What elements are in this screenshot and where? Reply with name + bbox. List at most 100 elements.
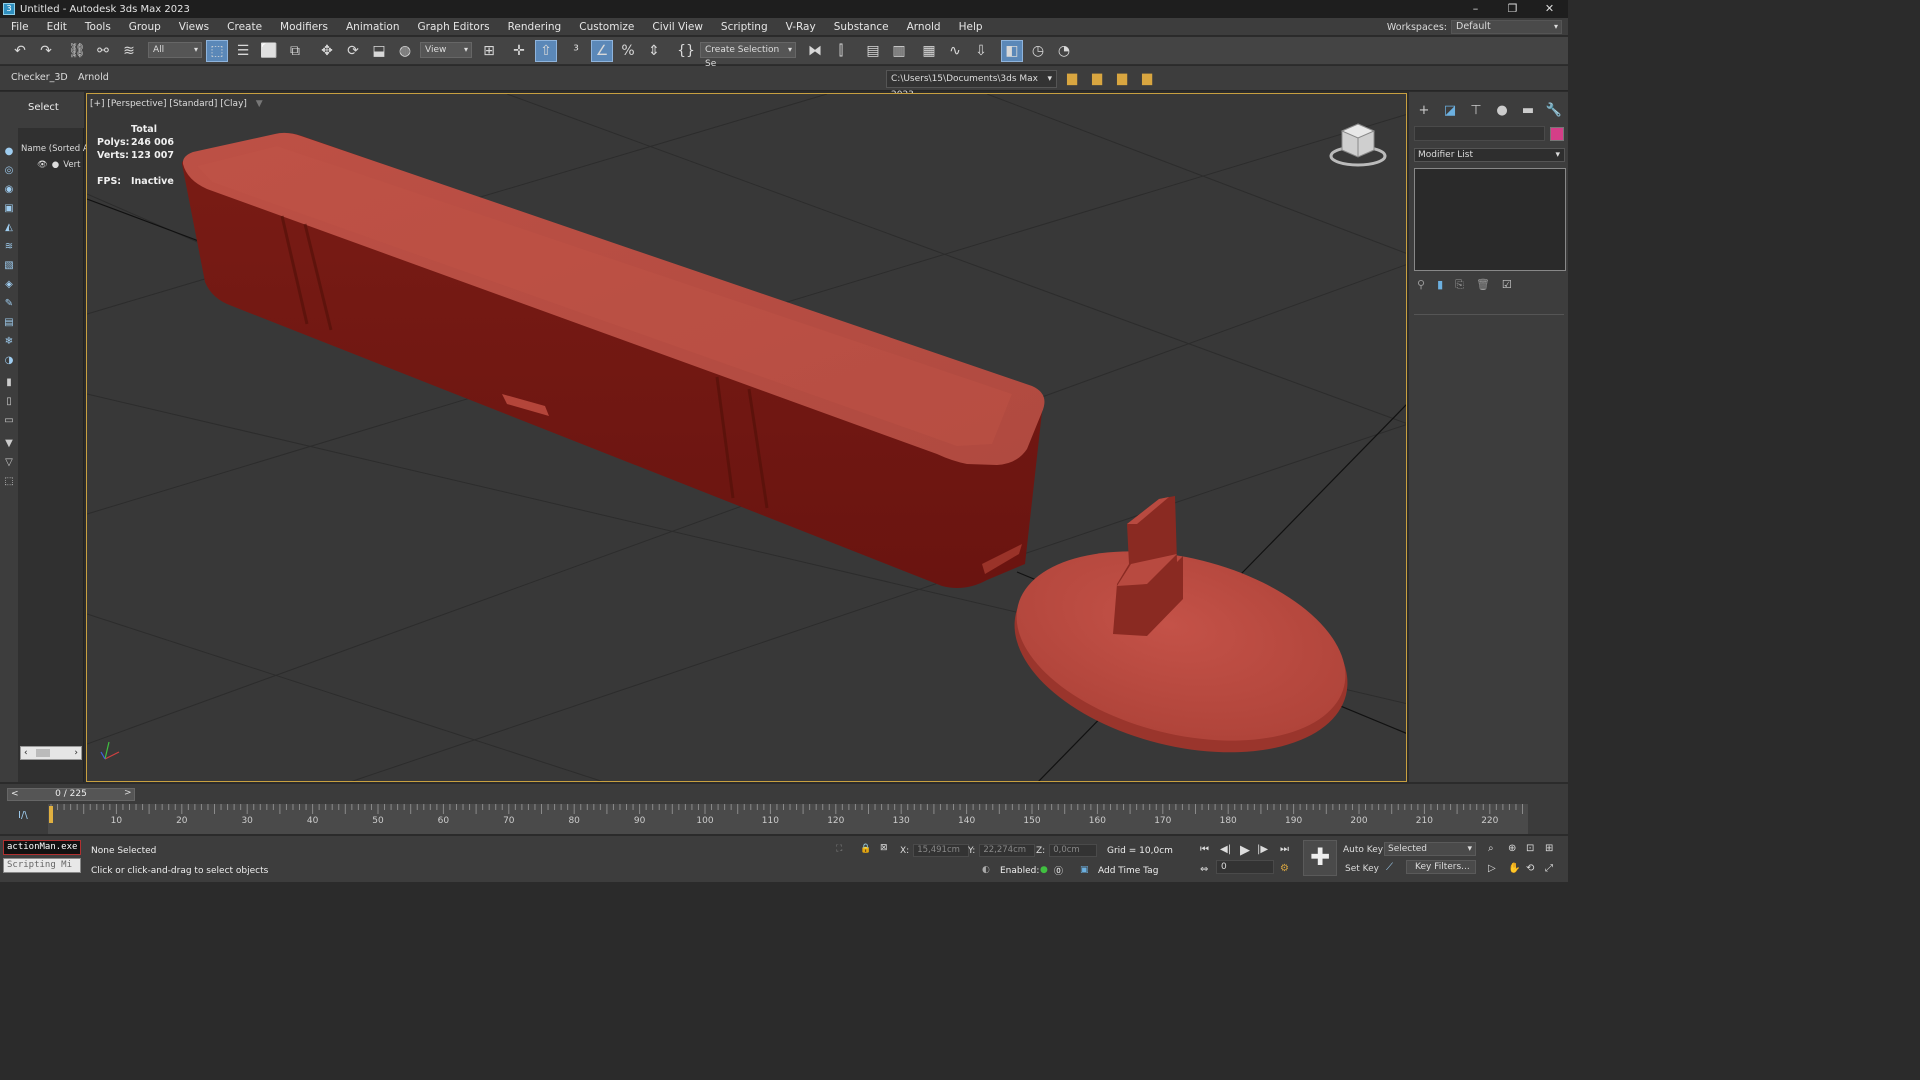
scroll-left-icon[interactable]: ‹ bbox=[24, 747, 28, 759]
select-manipulate-icon[interactable]: ✛ bbox=[508, 40, 530, 62]
window-crossing-icon[interactable]: ⧉ bbox=[284, 40, 306, 62]
object-name-field[interactable] bbox=[1414, 126, 1545, 141]
selection-filter-dropdown[interactable]: All bbox=[148, 42, 202, 58]
track-bar[interactable]: I/\ 10 20 30 40 50 60 70 80 90 100 110 120 130 140 150… bbox=[0, 804, 1568, 834]
curve-editor-icon[interactable]: ∿ bbox=[944, 40, 966, 62]
schematic-view-icon[interactable]: ⇩ bbox=[970, 40, 992, 62]
x-coordinate-field[interactable]: 15,491cm bbox=[913, 844, 970, 857]
menu-tools[interactable]: Tools bbox=[76, 18, 120, 36]
project-path-dropdown[interactable]: C:\Users\15\Documents\3ds Max 2023 bbox=[886, 70, 1057, 100]
timeline-ruler[interactable]: 10 20 30 40 50 60 70 80 90 100 110 120 130 140 150 160 1… bbox=[48, 804, 1528, 834]
menu-civil-view[interactable]: Civil View bbox=[643, 18, 712, 36]
render-setup-icon[interactable]: ◷ bbox=[1027, 40, 1049, 62]
undo-icon[interactable]: ↶ bbox=[9, 40, 31, 62]
menu-create[interactable]: Create bbox=[218, 18, 271, 36]
auto-key-button[interactable]: Auto Key bbox=[1343, 845, 1383, 855]
restore-button[interactable]: ❐ bbox=[1494, 0, 1531, 18]
filter-funnel-icon[interactable]: ▼ bbox=[256, 99, 263, 109]
menu-rendering[interactable]: Rendering bbox=[499, 18, 571, 36]
horizontal-scrollbar[interactable]: ‹ › bbox=[20, 746, 82, 760]
show-end-result-icon[interactable]: ▮ bbox=[1437, 278, 1443, 292]
time-slider-thumb[interactable]: < 0 / 225 bbox=[7, 788, 135, 801]
spacewarps-filter-icon[interactable]: ≋ bbox=[2, 240, 16, 254]
rotate-icon[interactable]: ⟳ bbox=[342, 40, 364, 62]
scroll-right-icon[interactable]: › bbox=[74, 747, 78, 759]
helpers-filter-icon[interactable]: ◭ bbox=[2, 221, 16, 235]
time-slider[interactable]: < 0 / 225 > bbox=[0, 784, 1568, 804]
named-selection-set-dropdown[interactable]: Create Selection Se bbox=[700, 42, 796, 69]
previous-key-icon[interactable]: ◀| bbox=[1220, 844, 1231, 855]
groups-filter-icon[interactable]: ▧ bbox=[2, 259, 16, 273]
menu-edit[interactable]: Edit bbox=[38, 18, 76, 36]
rectangular-selection-icon[interactable]: ⬜ bbox=[258, 40, 280, 62]
go-to-start-icon[interactable]: ⏮ bbox=[1200, 844, 1209, 855]
next-key-icon[interactable]: |▶ bbox=[1257, 844, 1268, 855]
project-folder-icon[interactable]: ▆ bbox=[1063, 70, 1081, 88]
shapes-filter-icon[interactable]: ◎ bbox=[2, 164, 16, 178]
keyboard-shortcut-override-icon[interactable]: ⇧ bbox=[535, 40, 557, 62]
modifier-stack[interactable] bbox=[1414, 168, 1566, 271]
reference-coordinate-dropdown[interactable]: View bbox=[420, 42, 472, 58]
toggle-ribbon-icon[interactable]: ▦ bbox=[918, 40, 940, 62]
pan-view-icon[interactable]: ✋ bbox=[1508, 863, 1520, 874]
render-frame-window-icon[interactable]: ◔ bbox=[1053, 40, 1075, 62]
project-settings-icon[interactable]: ▆ bbox=[1113, 70, 1131, 88]
menu-animation[interactable]: Animation bbox=[337, 18, 409, 36]
configure-modifier-sets-icon[interactable]: ☑ bbox=[1502, 278, 1512, 292]
invert-display-icon[interactable]: ▭ bbox=[2, 414, 16, 428]
adaptive-degradation-icon[interactable]: ◐ bbox=[982, 865, 990, 875]
zoom-extents-icon[interactable]: ⊡ bbox=[1526, 843, 1534, 854]
set-keys-button[interactable]: ✚ bbox=[1303, 840, 1337, 876]
menu-arnold[interactable]: Arnold bbox=[898, 18, 950, 36]
snaps-toggle-icon[interactable]: ³ bbox=[565, 40, 587, 62]
key-tangent-icon[interactable]: ⟋ bbox=[1386, 862, 1393, 873]
hierarchy-tab-icon[interactable]: ⊤ bbox=[1467, 102, 1485, 120]
curve-editor-mini-icon[interactable]: I/\ bbox=[18, 810, 28, 821]
workspace-dropdown[interactable]: Default bbox=[1451, 20, 1562, 34]
key-filters-button[interactable]: Key Filters... bbox=[1406, 860, 1476, 874]
redo-icon[interactable]: ↷ bbox=[35, 40, 57, 62]
key-selection-set-dropdown[interactable]: Selected bbox=[1384, 842, 1476, 856]
display-tab-icon[interactable]: ▬ bbox=[1519, 102, 1537, 120]
link-icon[interactable]: ⛓ bbox=[66, 40, 88, 62]
modifier-list-dropdown[interactable]: Modifier List bbox=[1414, 148, 1565, 162]
zoom-extents-all-icon[interactable]: ⊞ bbox=[1545, 843, 1553, 854]
menu-views[interactable]: Views bbox=[170, 18, 218, 36]
mirror-icon[interactable]: ⧓ bbox=[804, 40, 826, 62]
maximize-viewport-icon[interactable]: ⤢ bbox=[1545, 863, 1553, 874]
visibility-eye-icon[interactable]: 👁 bbox=[37, 160, 48, 170]
viewport-label[interactable]: [+] [Perspective] [Standard] [Clay] bbox=[90, 99, 247, 109]
list-item[interactable]: 👁 ● Vert bbox=[37, 160, 80, 170]
current-frame-field[interactable]: 0 bbox=[1216, 860, 1274, 874]
maxscript-listener-output[interactable]: actionMan.exe bbox=[3, 840, 81, 855]
toggle-layer-explorer-icon[interactable]: ▥ bbox=[888, 40, 910, 62]
menu-vray[interactable]: V-Ray bbox=[777, 18, 825, 36]
current-time-marker[interactable] bbox=[49, 806, 53, 823]
create-tab-icon[interactable]: + bbox=[1415, 102, 1433, 120]
orbit-icon[interactable]: ⟲ bbox=[1526, 863, 1534, 874]
field-of-view-icon[interactable]: ▷ bbox=[1488, 863, 1496, 874]
menu-customize[interactable]: Customize bbox=[570, 18, 643, 36]
go-to-end-icon[interactable]: ⏭ bbox=[1280, 844, 1289, 855]
display-none-icon[interactable]: ▯ bbox=[2, 395, 16, 409]
enabled-indicator-icon[interactable]: ● bbox=[1040, 865, 1048, 875]
percent-snap-icon[interactable]: % bbox=[617, 40, 639, 62]
modify-tab-icon[interactable]: ◪ bbox=[1441, 102, 1459, 120]
ribbon-tab-checker[interactable]: Checker_3D bbox=[11, 72, 68, 83]
bones-filter-icon[interactable]: ✎ bbox=[2, 297, 16, 311]
key-mode-toggle-icon[interactable]: ⇔ bbox=[1200, 864, 1208, 875]
next-frame-icon[interactable]: > bbox=[124, 788, 132, 798]
lights-filter-icon[interactable]: ◉ bbox=[2, 183, 16, 197]
menu-help[interactable]: Help bbox=[950, 18, 992, 36]
time-configuration-icon[interactable]: ⚙ bbox=[1280, 863, 1289, 874]
name-column-header[interactable]: Name (Sorted A bbox=[21, 144, 89, 154]
motion-tab-icon[interactable]: ● bbox=[1493, 102, 1511, 120]
maxscript-mini-listener[interactable]: Scripting Mi bbox=[3, 858, 81, 873]
scroll-thumb[interactable] bbox=[36, 749, 50, 757]
select-by-name-icon[interactable]: ☰ bbox=[232, 40, 254, 62]
viewcube-icon[interactable] bbox=[1328, 120, 1388, 172]
cameras-filter-icon[interactable]: ▣ bbox=[2, 202, 16, 216]
ribbon-tab-arnold[interactable]: Arnold bbox=[78, 72, 109, 83]
unlink-icon[interactable]: ⚯ bbox=[92, 40, 114, 62]
zoom-all-icon[interactable]: ⊕ bbox=[1508, 843, 1516, 854]
